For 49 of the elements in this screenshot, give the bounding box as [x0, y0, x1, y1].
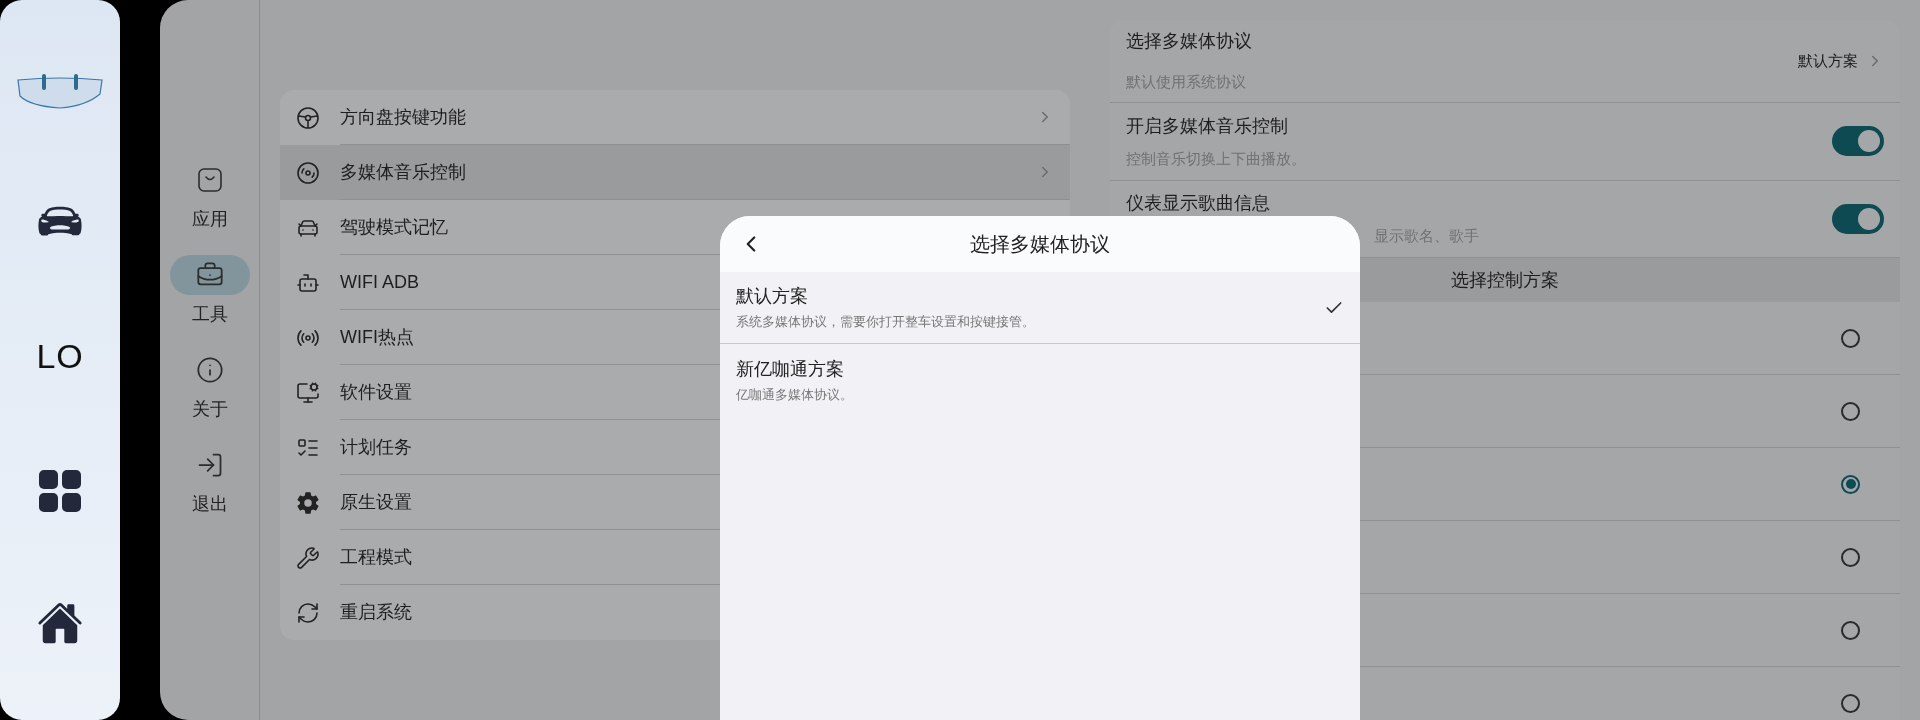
radio-button[interactable] — [1841, 620, 1860, 640]
logo-icon — [16, 73, 104, 110]
setting-title: 选择多媒体协议 — [1126, 30, 1253, 54]
menu-label: 工程模式 — [340, 545, 412, 569]
menu-label: WIFI热点 — [340, 325, 414, 349]
menu-label: 计划任务 — [340, 435, 412, 459]
setting-title: 开启多媒体音乐控制 — [1126, 114, 1289, 138]
menu-label: 重启系统 — [340, 601, 412, 624]
bag-icon — [195, 166, 224, 194]
nav-item[interactable]: 关于 — [169, 350, 250, 423]
nav-label: 退出 — [191, 493, 228, 516]
menu-label: 多媒体音乐控制 — [340, 160, 466, 184]
setting-title: 仪表显示歌曲信息 — [1126, 192, 1271, 216]
nav-label: 工具 — [191, 303, 228, 326]
option-description: 亿咖通多媒体协议。 — [736, 385, 854, 404]
dialog-title: 选择多媒体协议 — [970, 232, 1110, 257]
menu-label: 原生设置 — [340, 490, 412, 514]
radio-button[interactable] — [1841, 328, 1860, 348]
menu-label: WIFI ADB — [340, 270, 419, 294]
nav-item[interactable]: 应用 — [169, 160, 250, 233]
wrench-icon — [296, 545, 320, 570]
toggle-switch[interactable] — [1832, 203, 1884, 234]
menu-item[interactable]: 多媒体音乐控制 — [280, 145, 1070, 200]
setting-value[interactable]: 默认方案 — [1798, 49, 1858, 73]
menu-label: 方向盘按键功能 — [340, 105, 466, 129]
toggle-switch[interactable] — [1832, 126, 1884, 157]
info-icon — [195, 356, 224, 384]
option-description: 系统多媒体协议，需要你打开整车设置和按键接管。 — [736, 313, 1036, 332]
monitor-gear-icon — [296, 380, 320, 405]
menu-label: 软件设置 — [340, 380, 412, 404]
settings-icon — [296, 490, 320, 515]
app-grid-icon[interactable] — [39, 470, 81, 513]
nav-label: 关于 — [191, 398, 228, 421]
option-title: 新亿咖通方案 — [736, 357, 845, 381]
option-title: 默认方案 — [736, 285, 809, 309]
menu-item[interactable]: 重启系统 — [280, 585, 1070, 640]
nav-label: 应用 — [191, 208, 228, 231]
radio-button[interactable] — [1841, 474, 1860, 494]
radio-button[interactable] — [1841, 693, 1860, 713]
dialog-option[interactable]: 默认方案 系统多媒体协议，需要你打开整车设置和按键接管。 — [720, 272, 1360, 344]
radio-button[interactable] — [1841, 547, 1860, 567]
nav-item[interactable]: 退出 — [169, 445, 250, 518]
menu-label: 驾驶模式记忆 — [340, 215, 448, 239]
disc-icon — [296, 160, 320, 185]
dialog-option[interactable]: 新亿咖通方案 亿咖通多媒体协议。 — [720, 344, 1360, 416]
radio-button[interactable] — [1841, 401, 1860, 421]
brand-label[interactable]: LO — [36, 331, 84, 383]
steering-wheel-icon — [296, 105, 320, 130]
restart-icon — [296, 600, 320, 625]
